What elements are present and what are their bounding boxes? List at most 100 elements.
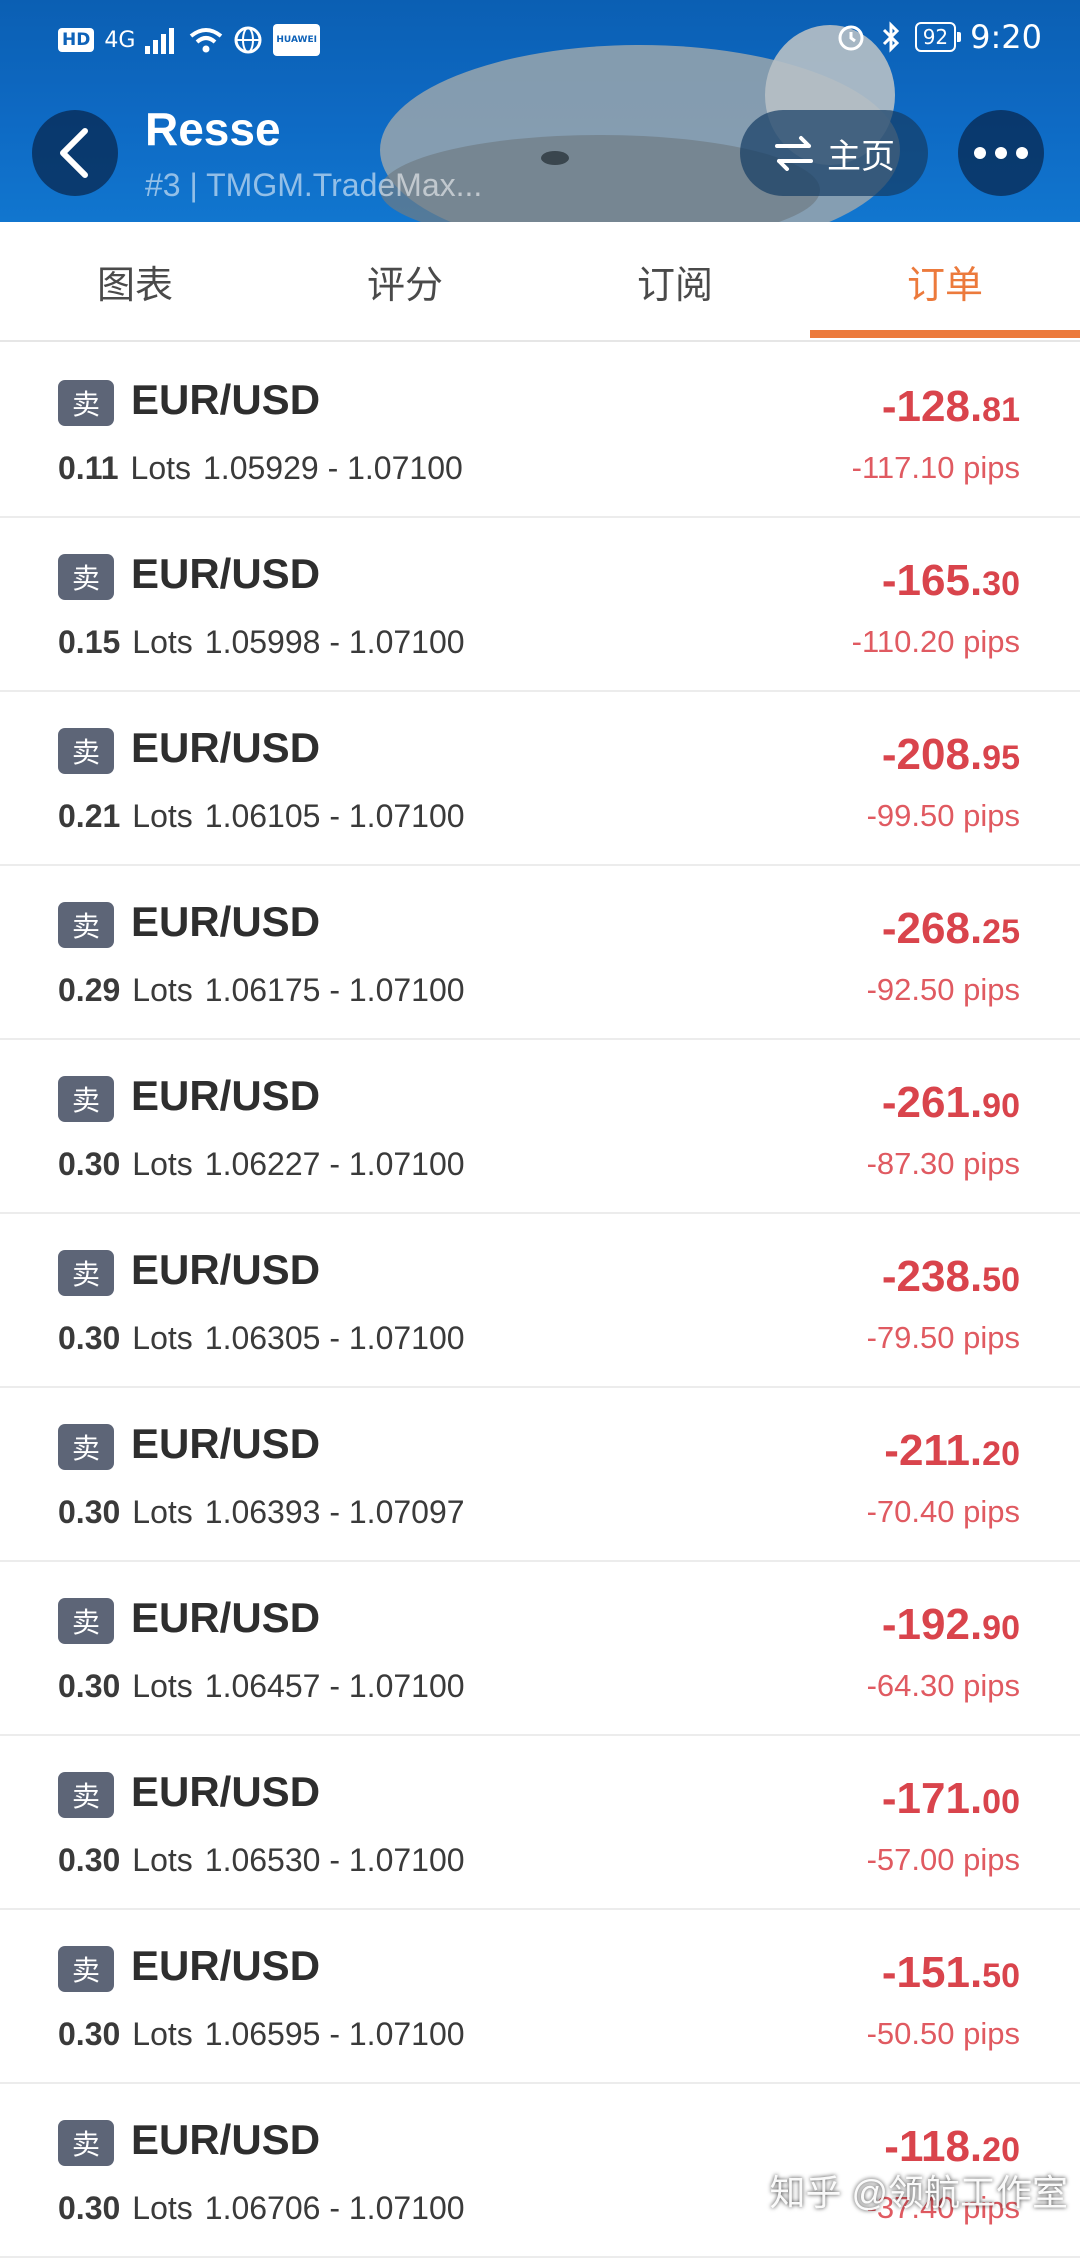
profit-decimal: 30 [982, 565, 1020, 603]
lots-unit: Lots [130, 450, 191, 486]
wifi-icon [190, 28, 223, 53]
order-pips: -57.00 pips [866, 1842, 1020, 1877]
order-row[interactable]: 卖 EUR/USD 0.30 Lots 1.06305 - 1.07100 -238.50… [0, 1214, 1080, 1388]
order-row[interactable]: 卖 EUR/USD 0.30 Lots 1.06530 - 1.07100 -171.00… [0, 1736, 1080, 1910]
lots-unit: Lots [132, 1842, 193, 1878]
order-lots: 0.30 [58, 1494, 121, 1530]
open-price: 1.06706 [204, 2190, 321, 2226]
profit-decimal: 81 [982, 391, 1020, 429]
order-details: 0.29 Lots 1.06175 - 1.07100 [58, 972, 465, 1008]
order-details: 0.30 Lots 1.06393 - 1.07097 [58, 1494, 465, 1530]
order-row[interactable]: 卖 EUR/USD 0.30 Lots 1.06393 - 1.07097 -211.20… [0, 1388, 1080, 1562]
sell-badge: 卖 [58, 2120, 114, 2166]
home-button-label: 主页 [827, 136, 895, 177]
lots-unit: Lots [132, 1146, 193, 1182]
tab-orders[interactable]: 订单 [810, 222, 1080, 340]
profit-integer: -171. [881, 1774, 983, 1823]
tab-subscribe[interactable]: 订阅 [540, 222, 810, 340]
order-lots: 0.21 [58, 798, 121, 834]
order-details: 0.21 Lots 1.06105 - 1.07100 [58, 798, 465, 834]
order-profit: -128.81 [882, 382, 1020, 432]
open-price: 1.05929 [203, 450, 319, 486]
order-symbol: EUR/USD [131, 1072, 321, 1119]
open-price: 1.06305 [204, 1320, 321, 1356]
order-lots: 0.15 [58, 624, 121, 660]
close-price: 1.07100 [348, 624, 465, 660]
order-symbol: EUR/USD [131, 1594, 321, 1641]
network-type-label: 4G [104, 27, 136, 53]
close-price: 1.07100 [347, 450, 463, 486]
order-symbol: EUR/USD [131, 376, 321, 423]
profit-integer: -211. [884, 1426, 983, 1475]
sell-badge: 卖 [58, 1772, 114, 1818]
order-symbol: EUR/USD [131, 724, 321, 771]
lots-unit: Lots [132, 1668, 193, 1704]
order-pips: -70.40 pips [866, 1494, 1020, 1529]
close-price: 1.07100 [348, 972, 465, 1008]
order-pips: -79.50 pips [866, 1320, 1020, 1355]
order-details: 0.30 Lots 1.06530 - 1.07100 [58, 1842, 465, 1878]
close-price: 1.07100 [348, 1668, 465, 1704]
switch-arrows-icon [775, 136, 813, 171]
order-symbol: EUR/USD [131, 1768, 321, 1815]
order-lots: 0.30 [58, 1320, 121, 1356]
order-pips: -110.20 pips [851, 624, 1020, 659]
account-subtitle: #3 | TMGM.TradeMax... [145, 167, 483, 203]
order-row[interactable]: 卖 EUR/USD 0.15 Lots 1.05998 - 1.07100 -165.30… [0, 518, 1080, 692]
order-profit: -268.25 [882, 904, 1020, 954]
order-lots: 0.11 [58, 450, 119, 486]
open-price: 1.06105 [204, 798, 321, 834]
tab-chart[interactable]: 图表 [0, 222, 270, 340]
profit-integer: -261. [881, 1078, 983, 1127]
huawei-badge: HUAWEI [273, 24, 320, 56]
open-price: 1.05998 [204, 624, 321, 660]
order-row[interactable]: 卖 EUR/USD 0.30 Lots 1.06227 - 1.07100 -261.90… [0, 1040, 1080, 1214]
sell-badge: 卖 [58, 554, 114, 600]
lots-unit: Lots [132, 798, 193, 834]
order-profit: -171.00 [882, 1774, 1020, 1824]
order-profit: -211.20 [884, 1426, 1020, 1476]
open-price: 1.06530 [204, 1842, 321, 1878]
order-profit: -165.30 [882, 556, 1020, 606]
order-row[interactable]: 卖 EUR/USD 0.29 Lots 1.06175 - 1.07100 -268.25… [0, 866, 1080, 1040]
profit-integer: -151. [881, 1948, 983, 1997]
order-symbol: EUR/USD [131, 2116, 321, 2163]
sell-badge: 卖 [58, 1250, 114, 1296]
sell-badge: 卖 [58, 728, 114, 774]
order-row[interactable]: 卖 EUR/USD 0.21 Lots 1.06105 - 1.07100 -208.95… [0, 692, 1080, 866]
status-left-icons: HD 4G HUAWEI [58, 24, 320, 56]
order-row[interactable]: 卖 EUR/USD 0.30 Lots 1.06457 - 1.07100 -192.90… [0, 1562, 1080, 1736]
bluetooth-icon [882, 21, 899, 53]
lots-unit: Lots [132, 972, 193, 1008]
more-options-button[interactable] [958, 110, 1044, 196]
order-details: 0.15 Lots 1.05998 - 1.07100 [58, 624, 465, 660]
lots-unit: Lots [132, 1494, 193, 1530]
open-price: 1.06175 [204, 972, 321, 1008]
order-symbol: EUR/USD [131, 550, 321, 597]
profit-decimal: 50 [982, 1261, 1020, 1299]
sell-badge: 卖 [58, 1076, 114, 1122]
profit-decimal: 20 [982, 1435, 1020, 1473]
watermark: 知乎 @领航工作室 [769, 2172, 1068, 2213]
tab-rating[interactable]: 评分 [270, 222, 540, 340]
profit-decimal: 90 [982, 1087, 1020, 1125]
order-pips: -50.50 pips [866, 2016, 1020, 2051]
order-row[interactable]: 卖 EUR/USD 0.30 Lots 1.06595 - 1.07100 -151.50… [0, 1910, 1080, 2084]
close-price: 1.07100 [348, 798, 465, 834]
more-dots-icon [974, 147, 1028, 159]
close-price: 1.07097 [348, 1494, 465, 1530]
lots-unit: Lots [132, 2190, 193, 2226]
order-profit: -208.95 [882, 730, 1020, 780]
profit-integer: -165. [881, 556, 983, 605]
order-lots: 0.29 [58, 972, 121, 1008]
order-row[interactable]: 卖 EUR/USD 0.11 Lots 1.05929 - 1.07100 -128.81… [0, 344, 1080, 518]
order-lots: 0.30 [58, 2190, 121, 2226]
back-button[interactable] [32, 110, 118, 196]
order-list: 卖 EUR/USD 0.11 Lots 1.05929 - 1.07100 -128.81… [0, 344, 1080, 2258]
order-details: 0.30 Lots 1.06305 - 1.07100 [58, 1320, 465, 1356]
globe-icon [234, 26, 262, 54]
order-details: 0.30 Lots 1.06457 - 1.07100 [58, 1668, 465, 1704]
close-price: 1.07100 [348, 2016, 465, 2052]
lots-unit: Lots [132, 2016, 193, 2052]
home-button[interactable]: 主页 [740, 110, 928, 196]
